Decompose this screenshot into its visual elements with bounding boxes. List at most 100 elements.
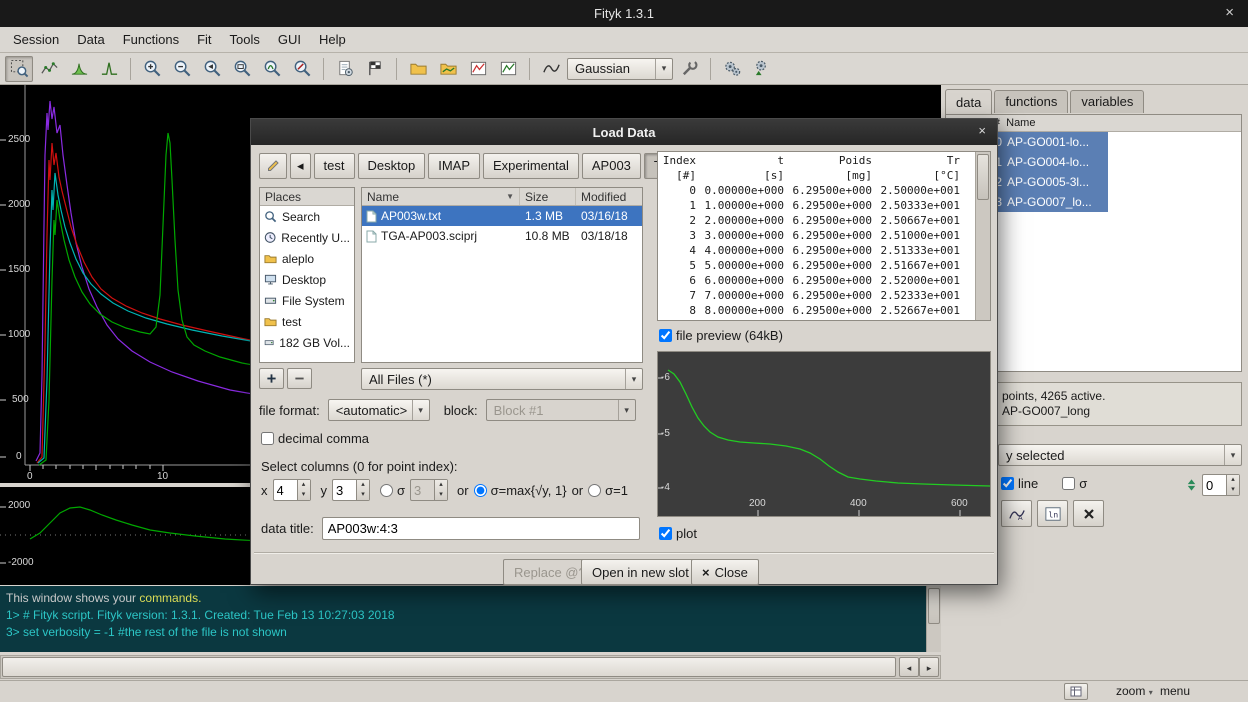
menu-help[interactable]: Help (310, 28, 355, 51)
x-column-spinner[interactable]: ▴▾ (273, 479, 311, 501)
console-hscrollbar-thumb[interactable] (2, 657, 896, 677)
transform-data-button[interactable]: A (1001, 500, 1032, 527)
spin-down-icon[interactable]: ▾ (1227, 485, 1239, 495)
y-column-spinner[interactable]: ▴▾ (332, 479, 370, 501)
menu-functions[interactable]: Functions (114, 28, 188, 51)
preview-vscrollbar-thumb[interactable] (977, 154, 989, 200)
y-column-input[interactable] (333, 480, 356, 500)
peak-outline-icon[interactable] (95, 56, 123, 82)
function-wave-icon[interactable] (537, 56, 565, 82)
sigma-checkbox-label[interactable]: σ (1062, 476, 1087, 491)
spin-up-icon[interactable]: ▴ (357, 480, 369, 490)
status-config-button[interactable] (1064, 683, 1088, 700)
open-data-icon[interactable] (404, 56, 432, 82)
place-desktop[interactable]: Desktop (260, 269, 354, 290)
file-preview-checkbox[interactable] (659, 329, 672, 342)
tab-data[interactable]: data (945, 89, 992, 114)
open-in-new-slot-button[interactable]: Open in new slot (581, 559, 700, 585)
zoom-out-icon[interactable] (168, 56, 196, 82)
place-file-system[interactable]: File System (260, 290, 354, 311)
open-data-second-icon[interactable] (434, 56, 462, 82)
path-scroll-left-button[interactable]: ◂ (290, 153, 311, 179)
sigma-checkbox[interactable] (1062, 477, 1075, 490)
spin-up-icon[interactable]: ▴ (1227, 475, 1239, 485)
zoom-vertical-icon[interactable] (258, 56, 286, 82)
decimal-comma-checkbox-label[interactable]: decimal comma (261, 431, 369, 446)
sigma-one-radio[interactable] (588, 484, 601, 497)
edit-location-button[interactable] (259, 153, 287, 179)
status-zoom-button[interactable]: zoom ▾ (1116, 684, 1153, 698)
spin-down-icon[interactable]: ▾ (298, 490, 310, 500)
file-filter-select[interactable]: All Files (*) ▾ (361, 368, 643, 390)
file-format-select[interactable]: <automatic> ▾ (328, 399, 430, 421)
point-size-spinner[interactable]: ▴▾ (1202, 474, 1240, 496)
path-button-experimental[interactable]: Experimental (483, 153, 579, 179)
status-menu-button[interactable]: menu (1160, 684, 1190, 698)
menu-session[interactable]: Session (4, 28, 68, 51)
path-button-imap[interactable]: IMAP (428, 153, 480, 179)
fit-settings-gears-icon[interactable] (748, 56, 776, 82)
data-title-input[interactable] (322, 517, 640, 540)
add-place-button[interactable] (259, 368, 284, 389)
close-button[interactable]: × Close (691, 559, 759, 585)
sigma-max-radio[interactable] (474, 484, 487, 497)
path-button-ap003[interactable]: AP003 (582, 153, 641, 179)
script-icon[interactable] (331, 56, 359, 82)
zoom-previous-icon[interactable] (198, 56, 226, 82)
column-header-modified[interactable]: Modified (576, 188, 638, 205)
preview-vscrollbar[interactable] (975, 152, 990, 320)
file-preview-checkbox-label[interactable]: file preview (64kB) (659, 328, 783, 343)
plot-checkbox-label[interactable]: plot (659, 526, 697, 541)
sigma-column-radio[interactable] (380, 484, 393, 497)
place-volume[interactable]: 182 GB Vol... (260, 332, 354, 353)
run-fit-gears-icon[interactable] (718, 56, 746, 82)
point-size-input[interactable] (1203, 475, 1226, 495)
sigma-one-radio-label[interactable]: σ=1 (588, 483, 628, 498)
line-checkbox[interactable] (1001, 477, 1014, 490)
menu-fit[interactable]: Fit (188, 28, 220, 51)
console-vscrollbar[interactable] (926, 586, 941, 652)
place-search[interactable]: Search (260, 206, 354, 227)
sigma-max-radio-label[interactable]: σ=max{√y, 1} (474, 483, 567, 498)
export-image-icon[interactable] (464, 56, 492, 82)
x-column-input[interactable] (274, 480, 297, 500)
menu-tools[interactable]: Tools (221, 28, 269, 51)
sigma-column-radio-label[interactable]: σ (380, 483, 405, 498)
zoom-in-icon[interactable] (138, 56, 166, 82)
plot-checkbox[interactable] (659, 527, 672, 540)
menu-data[interactable]: Data (68, 28, 113, 51)
menu-gui[interactable]: GUI (269, 28, 310, 51)
delete-dataset-button[interactable] (1073, 500, 1104, 527)
selection-mode-select[interactable]: y selected ▾ (998, 444, 1242, 466)
tab-variables[interactable]: variables (1070, 90, 1144, 113)
place-test[interactable]: test (260, 311, 354, 332)
data-points-icon[interactable] (35, 56, 63, 82)
save-image-icon[interactable] (494, 56, 522, 82)
tab-functions[interactable]: functions (994, 90, 1068, 113)
place-home[interactable]: aleplo (260, 248, 354, 269)
zoom-all-icon[interactable] (228, 56, 256, 82)
line-checkbox-label[interactable]: line (1001, 476, 1038, 491)
console-hscrollbar[interactable]: ◂ ▸ (0, 655, 941, 679)
column-header-name[interactable]: Name ▼ (362, 188, 520, 205)
column-header-size[interactable]: Size (520, 188, 576, 205)
gui-config-flag-icon[interactable] (361, 56, 389, 82)
zoom-mouse-icon[interactable] (288, 56, 316, 82)
window-close-icon[interactable]: × (1225, 4, 1234, 21)
zoom-mode-icon[interactable] (5, 56, 33, 82)
dialog-close-icon[interactable]: × (978, 123, 986, 138)
data-editor-button[interactable]: ln (1037, 500, 1068, 527)
file-row-selected[interactable]: AP003w.txt 1.3 MB 03/16/18 (362, 206, 642, 226)
add-peak-icon[interactable] (65, 56, 93, 82)
console-vscrollbar-thumb[interactable] (928, 588, 940, 624)
function-type-select[interactable]: Gaussian ▾ (567, 58, 673, 80)
decimal-comma-checkbox[interactable] (261, 432, 274, 445)
spin-down-icon[interactable]: ▾ (357, 490, 369, 500)
file-row[interactable]: TGA-AP003.sciprj 10.8 MB 03/18/18 (362, 226, 642, 246)
define-function-wrench-icon[interactable] (675, 56, 703, 82)
spin-up-icon[interactable]: ▴ (298, 480, 310, 490)
scroll-right-icon[interactable]: ▸ (919, 657, 939, 677)
path-button-desktop[interactable]: Desktop (358, 153, 426, 179)
scroll-left-icon[interactable]: ◂ (899, 657, 919, 677)
path-button-test[interactable]: test (314, 153, 355, 179)
